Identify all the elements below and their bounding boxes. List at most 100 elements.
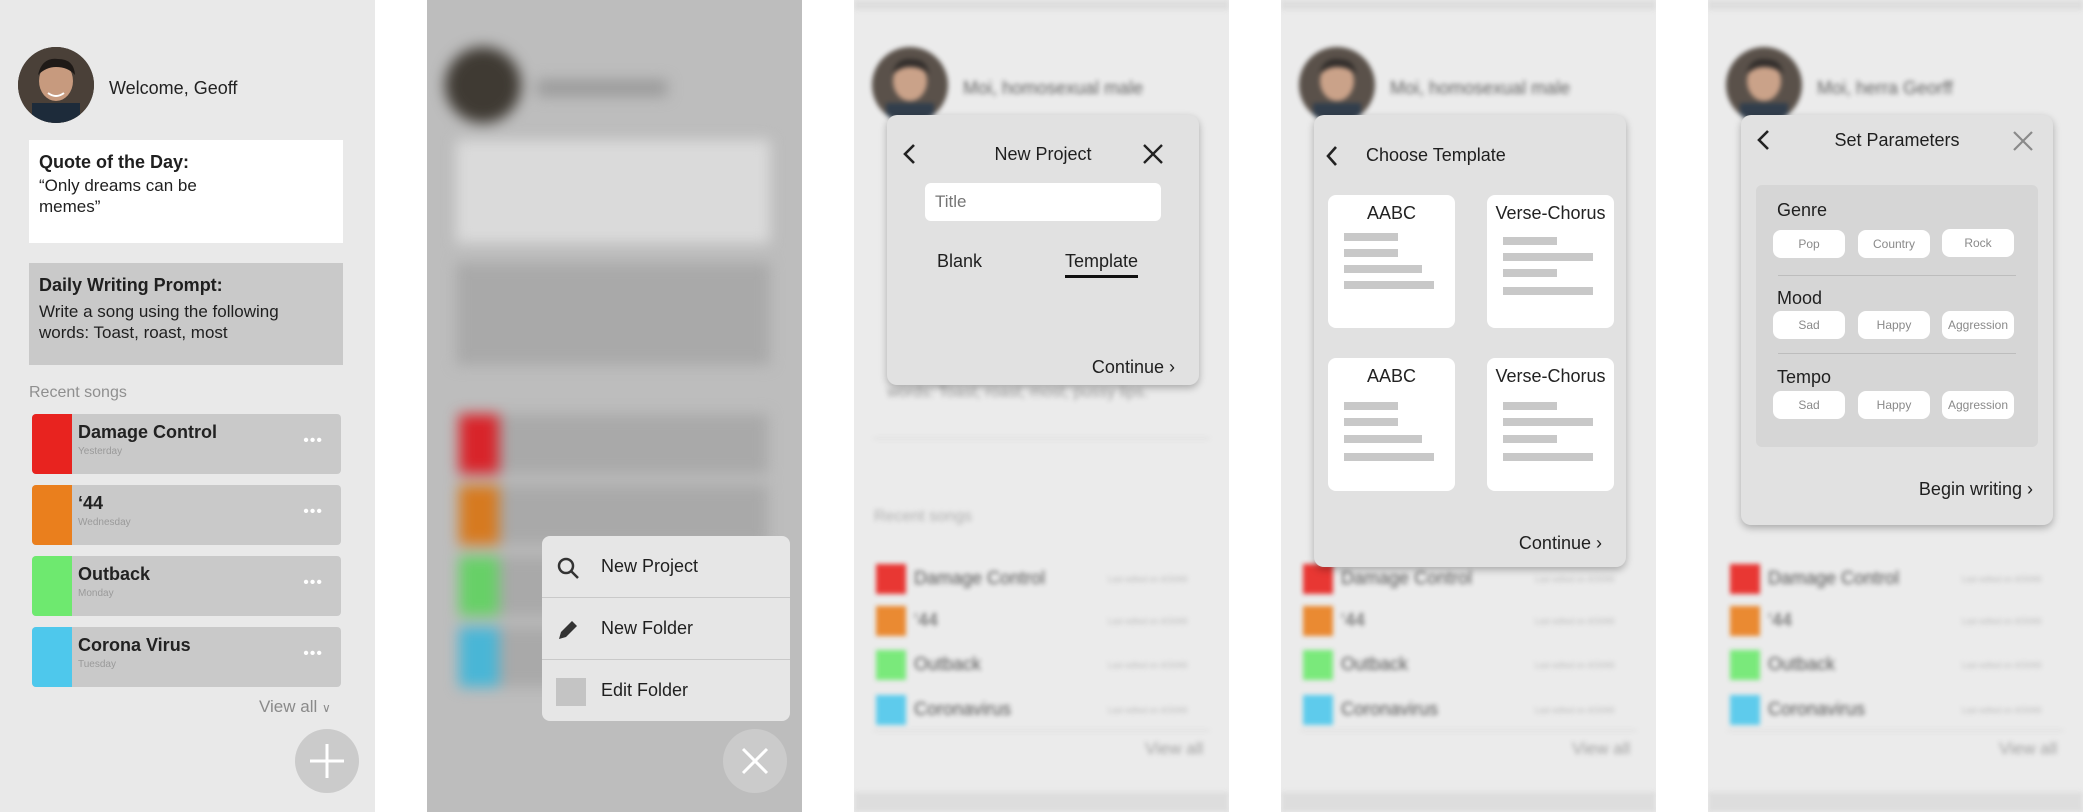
new-project-screen: Moi, homosexual male words: Toast, roast… — [854, 0, 1229, 812]
tempo-label: Tempo — [1777, 367, 1832, 387]
avatar — [872, 47, 948, 123]
genre-label: Genre — [1777, 200, 1828, 220]
more-icon[interactable]: ••• — [303, 432, 323, 450]
song-row[interactable]: Damage Control Yesterday ••• — [32, 414, 341, 474]
quick-actions-screen: New Project New Folder Edit Folder — [427, 0, 802, 812]
song-meta: Last edited on 4/20/69 — [1962, 706, 2042, 715]
song-color-swatch — [32, 556, 72, 616]
menu-item-new-folder[interactable]: New Folder — [542, 598, 790, 660]
title-input[interactable] — [925, 183, 1161, 221]
prompt-line-1: Write a song using the following — [39, 302, 279, 321]
song-date: Yesterday — [78, 446, 123, 457]
tab-blank[interactable]: Blank — [937, 251, 982, 272]
quote-card[interactable]: Quote of the Day: “Only dreams can be me… — [29, 140, 343, 243]
song-title: Outback — [1341, 654, 1409, 674]
menu-item-edit-folder[interactable]: Edit Folder — [542, 660, 790, 721]
genre-option-country[interactable]: Country — [1858, 230, 1930, 258]
add-button[interactable] — [295, 729, 359, 793]
divider — [1778, 353, 2016, 354]
more-icon[interactable]: ••• — [303, 503, 323, 521]
song-title: ‘44 — [1768, 610, 1793, 630]
template-name: Verse-Chorus — [1495, 203, 1606, 223]
plus-icon — [310, 744, 344, 778]
song-color-swatch — [32, 627, 72, 687]
song-title: ‘44 — [1341, 610, 1366, 630]
close-menu-button[interactable] — [723, 729, 787, 793]
song-title: Outback — [1768, 654, 1836, 674]
quote-title: Quote of the Day: — [39, 152, 190, 172]
song-date: Wednesday — [78, 517, 131, 528]
mood-label: Mood — [1777, 288, 1823, 308]
pencil-icon — [559, 621, 577, 639]
menu-item-label: New Project — [601, 556, 699, 576]
mood-option-aggression[interactable]: Aggression — [1942, 311, 2014, 339]
close-icon[interactable] — [2011, 129, 2035, 153]
more-icon[interactable]: ••• — [303, 645, 323, 663]
menu-item-label: Edit Folder — [601, 680, 689, 700]
genre-option-rock[interactable]: Rock — [1942, 229, 2014, 257]
song-date: Monday — [78, 588, 114, 599]
song-title: ‘44 — [78, 493, 104, 513]
template-card[interactable]: AABC — [1328, 195, 1455, 328]
search-icon — [557, 557, 579, 579]
song-title: Corona Virus — [78, 635, 191, 655]
recent-songs-label: Recent songs — [874, 508, 972, 525]
song-title: Outback — [914, 654, 982, 674]
close-icon[interactable] — [1141, 142, 1165, 166]
prompt-title: Daily Writing Prompt: — [39, 275, 223, 295]
template-card[interactable]: AABC — [1328, 358, 1455, 491]
genre-option-pop[interactable]: Pop — [1773, 230, 1845, 258]
menu-item-new-project[interactable]: New Project — [542, 536, 790, 598]
song-row[interactable]: ‘44 Wednesday ••• — [32, 485, 341, 545]
view-all-link: View all — [1999, 739, 2058, 758]
continue-button[interactable]: Continue › — [1519, 533, 1602, 554]
choose-template-modal: Choose Template AABC Verse-Chorus AABC V… — [1314, 115, 1626, 567]
set-parameters-screen: Moi, herra Georff Damage Control Last ed… — [1708, 0, 2083, 812]
template-name: AABC — [1366, 203, 1417, 223]
template-card[interactable]: Verse-Chorus — [1487, 358, 1614, 491]
avatar[interactable] — [18, 47, 94, 123]
song-meta: Last edited on 4/20/69 — [1962, 661, 2042, 670]
song-meta: Last edited on 4/20/69 — [1108, 617, 1188, 626]
song-title: Coronavirus — [1341, 699, 1439, 719]
song-row[interactable]: Corona Virus Tuesday ••• — [32, 627, 341, 687]
new-project-modal: New Project Blank Template Continue › — [887, 115, 1199, 385]
song-row[interactable]: Outback Monday ••• — [32, 556, 341, 616]
song-date: Tuesday — [78, 659, 116, 670]
continue-label: Continue — [1091, 357, 1164, 377]
song-meta: Last edited on 4/20/69 — [1535, 575, 1615, 584]
template-card[interactable]: Verse-Chorus — [1487, 195, 1614, 328]
song-color-swatch — [32, 485, 72, 545]
header-text: Moi, homosexual male — [963, 78, 1144, 98]
tab-template[interactable]: Template — [1065, 251, 1139, 278]
song-meta: Last edited on 4/20/69 — [1535, 617, 1615, 626]
template-name: Verse-Chorus — [1495, 366, 1606, 386]
template-name: AABC — [1366, 366, 1417, 386]
begin-writing-label: Begin writing — [1918, 479, 2022, 499]
prompt-line-2: words: Toast, roast, most — [39, 323, 228, 342]
song-meta: Last edited on 4/20/69 — [1108, 661, 1188, 670]
more-icon[interactable]: ••• — [303, 574, 323, 592]
tempo-option-aggression[interactable]: Aggression — [1942, 391, 2014, 419]
welcome-text: Welcome, Geoff — [109, 78, 238, 98]
view-all-link[interactable]: View all ∨ — [259, 697, 331, 717]
song-title: Damage Control — [914, 568, 1046, 588]
continue-button[interactable]: Continue › — [1092, 357, 1175, 378]
song-meta: Last edited on 4/20/69 — [1962, 617, 2042, 626]
parameters-panel: Genre Pop Country Rock Mood Sad Happy Ag… — [1756, 185, 2038, 447]
writing-prompt-card[interactable]: Daily Writing Prompt: Write a song using… — [29, 263, 343, 365]
mood-option-sad[interactable]: Sad — [1773, 311, 1845, 339]
begin-writing-button[interactable]: Begin writing › — [1919, 479, 2033, 500]
tempo-option-happy[interactable]: Happy — [1858, 391, 1930, 419]
song-title: Outback — [78, 564, 151, 584]
back-icon[interactable] — [1324, 145, 1342, 167]
chevron-right-icon: › — [2027, 479, 2033, 499]
song-title: ‘44 — [914, 610, 939, 630]
modal-title: Set Parameters — [1834, 130, 1960, 150]
square-icon — [556, 678, 586, 706]
mood-option-happy[interactable]: Happy — [1858, 311, 1930, 339]
song-title: Coronavirus — [1768, 699, 1866, 719]
song-meta: Last edited on 4/20/69 — [1535, 661, 1615, 670]
song-meta: Last edited on 4/20/69 — [1108, 706, 1188, 715]
tempo-option-sad[interactable]: Sad — [1773, 391, 1845, 419]
